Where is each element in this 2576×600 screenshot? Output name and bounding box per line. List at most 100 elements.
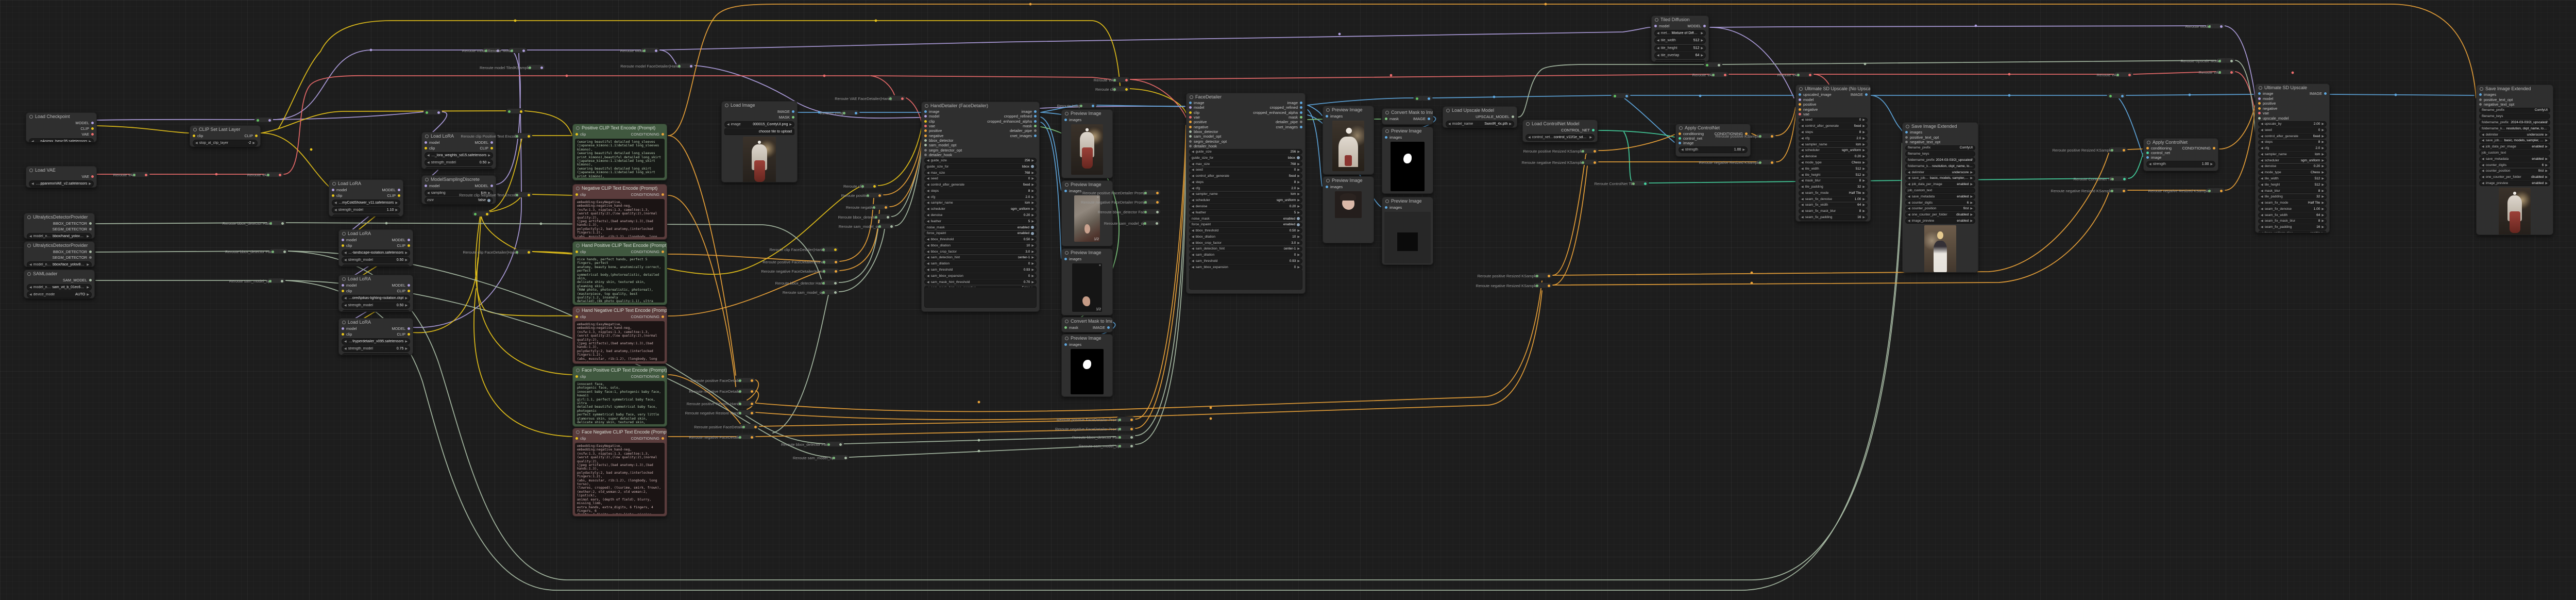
input-slot-images[interactable] [1064,119,1067,121]
input-slot-images[interactable] [1905,131,1908,134]
reroute-node-reroute-vae[interactable]: Reroute VAE [1094,76,1130,82]
reroute-node[interactable] [1414,95,1432,101]
reroute-output-dot[interactable] [1594,149,1596,153]
increment-arrow-icon[interactable]: ▶ [395,216,398,217]
decrement-arrow-icon[interactable]: ◀ [31,140,34,142]
increment-arrow-icon[interactable]: ▶ [1031,220,1034,223]
reroute-output-dot[interactable] [890,225,893,228]
reroute-node-reroute-negative-restore-hands[interactable]: Reroute negative Restore Hands [685,409,755,415]
widget-cfg[interactable]: ◀ cfg 2.0 ▶ [1799,136,1868,141]
node-preview-image-hand-result[interactable]: Preview Image images [1061,109,1113,178]
decrement-arrow-icon[interactable]: ◀ [1657,61,1659,62]
input-slot-negative[interactable] [2258,107,2261,110]
decrement-arrow-icon[interactable]: ◀ [927,159,929,162]
decrement-arrow-icon[interactable]: ◀ [1192,187,1194,190]
increment-arrow-icon[interactable]: ▶ [1862,197,1865,201]
output-slot-CONDITIONING[interactable] [662,133,664,136]
widget-tile_padding[interactable]: ◀ tile_padding 32 ▶ [1799,184,1868,190]
reroute-input-dot[interactable] [257,119,259,122]
reroute-output-dot[interactable] [1156,201,1159,204]
reroute-output-dot[interactable] [690,64,692,68]
increment-arrow-icon[interactable]: ▶ [2545,175,2548,179]
decrement-arrow-icon[interactable]: ◀ [29,263,32,266]
output-slot-detailer_pipe[interactable] [1034,129,1037,132]
collapse-icon[interactable] [1065,251,1069,255]
widget-sam_threshold[interactable]: ◀ sam_threshold 0.93 ▶ [924,267,1037,273]
input-slot-upscaled_image[interactable] [1799,93,1801,96]
decrement-arrow-icon[interactable]: ◀ [29,235,32,238]
input-slot-upscale_model[interactable] [2258,116,2261,120]
reroute-output-dot[interactable] [540,66,543,69]
widget-mode_type[interactable]: ◀ mode_type Chess ▶ [1799,160,1868,165]
widget-job_data_per_image[interactable]: ◀ job_data_per_image enabled ▶ [1905,181,1975,187]
increment-arrow-icon[interactable]: ▶ [1862,167,1865,171]
reroute-node-reroute-negative-resized-ksampler[interactable]: Reroute negative Resized KSampler [1699,159,1775,165]
decrement-arrow-icon[interactable]: ◀ [344,258,347,262]
decrement-arrow-icon[interactable]: ◀ [1801,179,1804,182]
reroute-node-reroute-sam-model-opt[interactable]: Reroute sam_model_opt [1104,220,1160,226]
reroute-output-dot[interactable] [2230,71,2233,74]
reroute-output-dot[interactable] [2128,73,2131,76]
prompt-textarea[interactable]: (wearing beautiful detailed long_sleeves… [575,139,665,178]
increment-arrow-icon[interactable]: ▶ [2545,145,2548,148]
widget-foldername_prefix[interactable]: foldername_prefix 2024-03-03/2i_upscaled/ [1905,157,1975,163]
decrement-arrow-icon[interactable]: ◀ [344,340,347,343]
output-slot-VAE[interactable] [91,175,94,178]
reroute-node-reroute-negative-resized-ksampler[interactable]: Reroute negative Resized KSampler [2051,187,2127,193]
widget-sam_bbox_expansion[interactable]: ◀ sam_bbox_expansion 0 ▶ [924,273,1037,279]
reroute-output-dot[interactable] [1156,222,1158,225]
node-title-bar[interactable]: Hand Positive CLIP Text Encode (Prompt) [573,242,667,249]
decrement-arrow-icon[interactable]: ◀ [31,182,34,186]
reroute-node-reroute-clip-negative-text-encode[interactable]: Reroute clip Negative Text Encode [459,191,532,197]
input-slot-detailer_hook[interactable] [924,153,927,156]
decrement-arrow-icon[interactable]: ◀ [927,189,929,193]
widget-tile_overlap[interactable]: ◀ tile_overlap 64 ▶ [1654,52,1706,59]
node-title-bar[interactable]: Convert Mask to Image [1382,109,1433,116]
increment-arrow-icon[interactable]: ▶ [1701,39,1703,42]
increment-arrow-icon[interactable]: ▶ [1031,159,1034,162]
reroute-node-reroute-positive-resized-ksampler[interactable]: Reroute positive Resized KSampler [1478,272,1552,278]
output-slot-MODEL[interactable] [408,284,410,287]
increment-arrow-icon[interactable]: ▶ [2321,201,2324,205]
increment-arrow-icon[interactable]: ▶ [405,266,408,267]
widget-sam_threshold[interactable]: ◀ sam_threshold 0.93 ▶ [1189,258,1302,264]
increment-arrow-icon[interactable]: ▶ [2321,189,2324,193]
decrement-arrow-icon[interactable]: ◀ [927,183,929,187]
widget-strength_model[interactable]: ◀ strength_model 1.10 ▶ [332,207,400,213]
widget-seam_fix_padding[interactable]: ◀ seam_fix_padding 16 ▶ [1799,214,1868,220]
node-title-bar[interactable]: Preview Image [1062,249,1112,256]
decrement-arrow-icon[interactable]: ◀ [344,355,347,356]
node-title-bar[interactable]: Preview Image [1323,106,1374,113]
widget-choose file to upload[interactable]: choose file to upload [724,128,794,135]
increment-arrow-icon[interactable]: ▶ [1031,262,1034,265]
widget-seam_fix_denoise[interactable]: ◀ seam_fix_denoise 1.00 ▶ [1799,196,1868,202]
widget-steps[interactable]: ◀ steps 8 ▶ [924,188,1037,194]
reroute-output-dot[interactable] [878,194,881,197]
collapse-icon[interactable] [425,177,429,181]
reroute-output-dot[interactable] [279,173,281,176]
reroute-node-reroute-sam-model-opt[interactable]: Reroute sam_model_opt [783,289,839,295]
reroute-output-dot[interactable] [1771,161,1773,164]
reroute-node-reroute-bbox-detector-face[interactable]: Reroute bbox_detector Face [1072,434,1135,440]
widget-foldername_keys[interactable]: foldername_keys resolution, ckpt_name, lo… [2479,126,2550,131]
reroute-output-dot[interactable] [1130,444,1133,447]
widget-stop_at_clip_layer[interactable]: ◀ stop_at_clip_layer -2 ▶ [193,139,258,146]
reroute-node-reroute-bbox-detector-face[interactable]: Reroute bbox_detector Face [781,441,844,447]
toggle-dot-icon[interactable] [1297,217,1300,221]
widget-guide_size_for[interactable]: guide_size_for bbox [924,163,1037,170]
reroute-node-reroute-vae[interactable]: Reroute VAE [2199,69,2235,75]
decrement-arrow-icon[interactable]: ◀ [344,304,347,307]
decrement-arrow-icon[interactable]: ◀ [2482,181,2484,185]
node-title-bar[interactable]: Tiled Diffusion [1652,16,1708,23]
decrement-arrow-icon[interactable]: ◀ [1908,213,1910,216]
reroute-node-reroute-vae[interactable]: Reroute VAE [113,171,149,177]
decrement-arrow-icon[interactable]: ◀ [2261,195,2263,198]
increment-arrow-icon[interactable]: ▶ [405,355,408,356]
collapse-icon[interactable] [1679,126,1683,130]
reroute-node-reroute-bbox-detector-hand[interactable]: Reroute bbox_detector Hand [223,220,286,226]
reroute-output-dot[interactable] [834,281,837,285]
increment-arrow-icon[interactable]: ▶ [1862,118,1865,122]
reroute-output-dot[interactable] [2220,25,2223,28]
increment-arrow-icon[interactable]: ▶ [789,123,792,126]
increment-arrow-icon[interactable]: ▶ [87,235,89,238]
